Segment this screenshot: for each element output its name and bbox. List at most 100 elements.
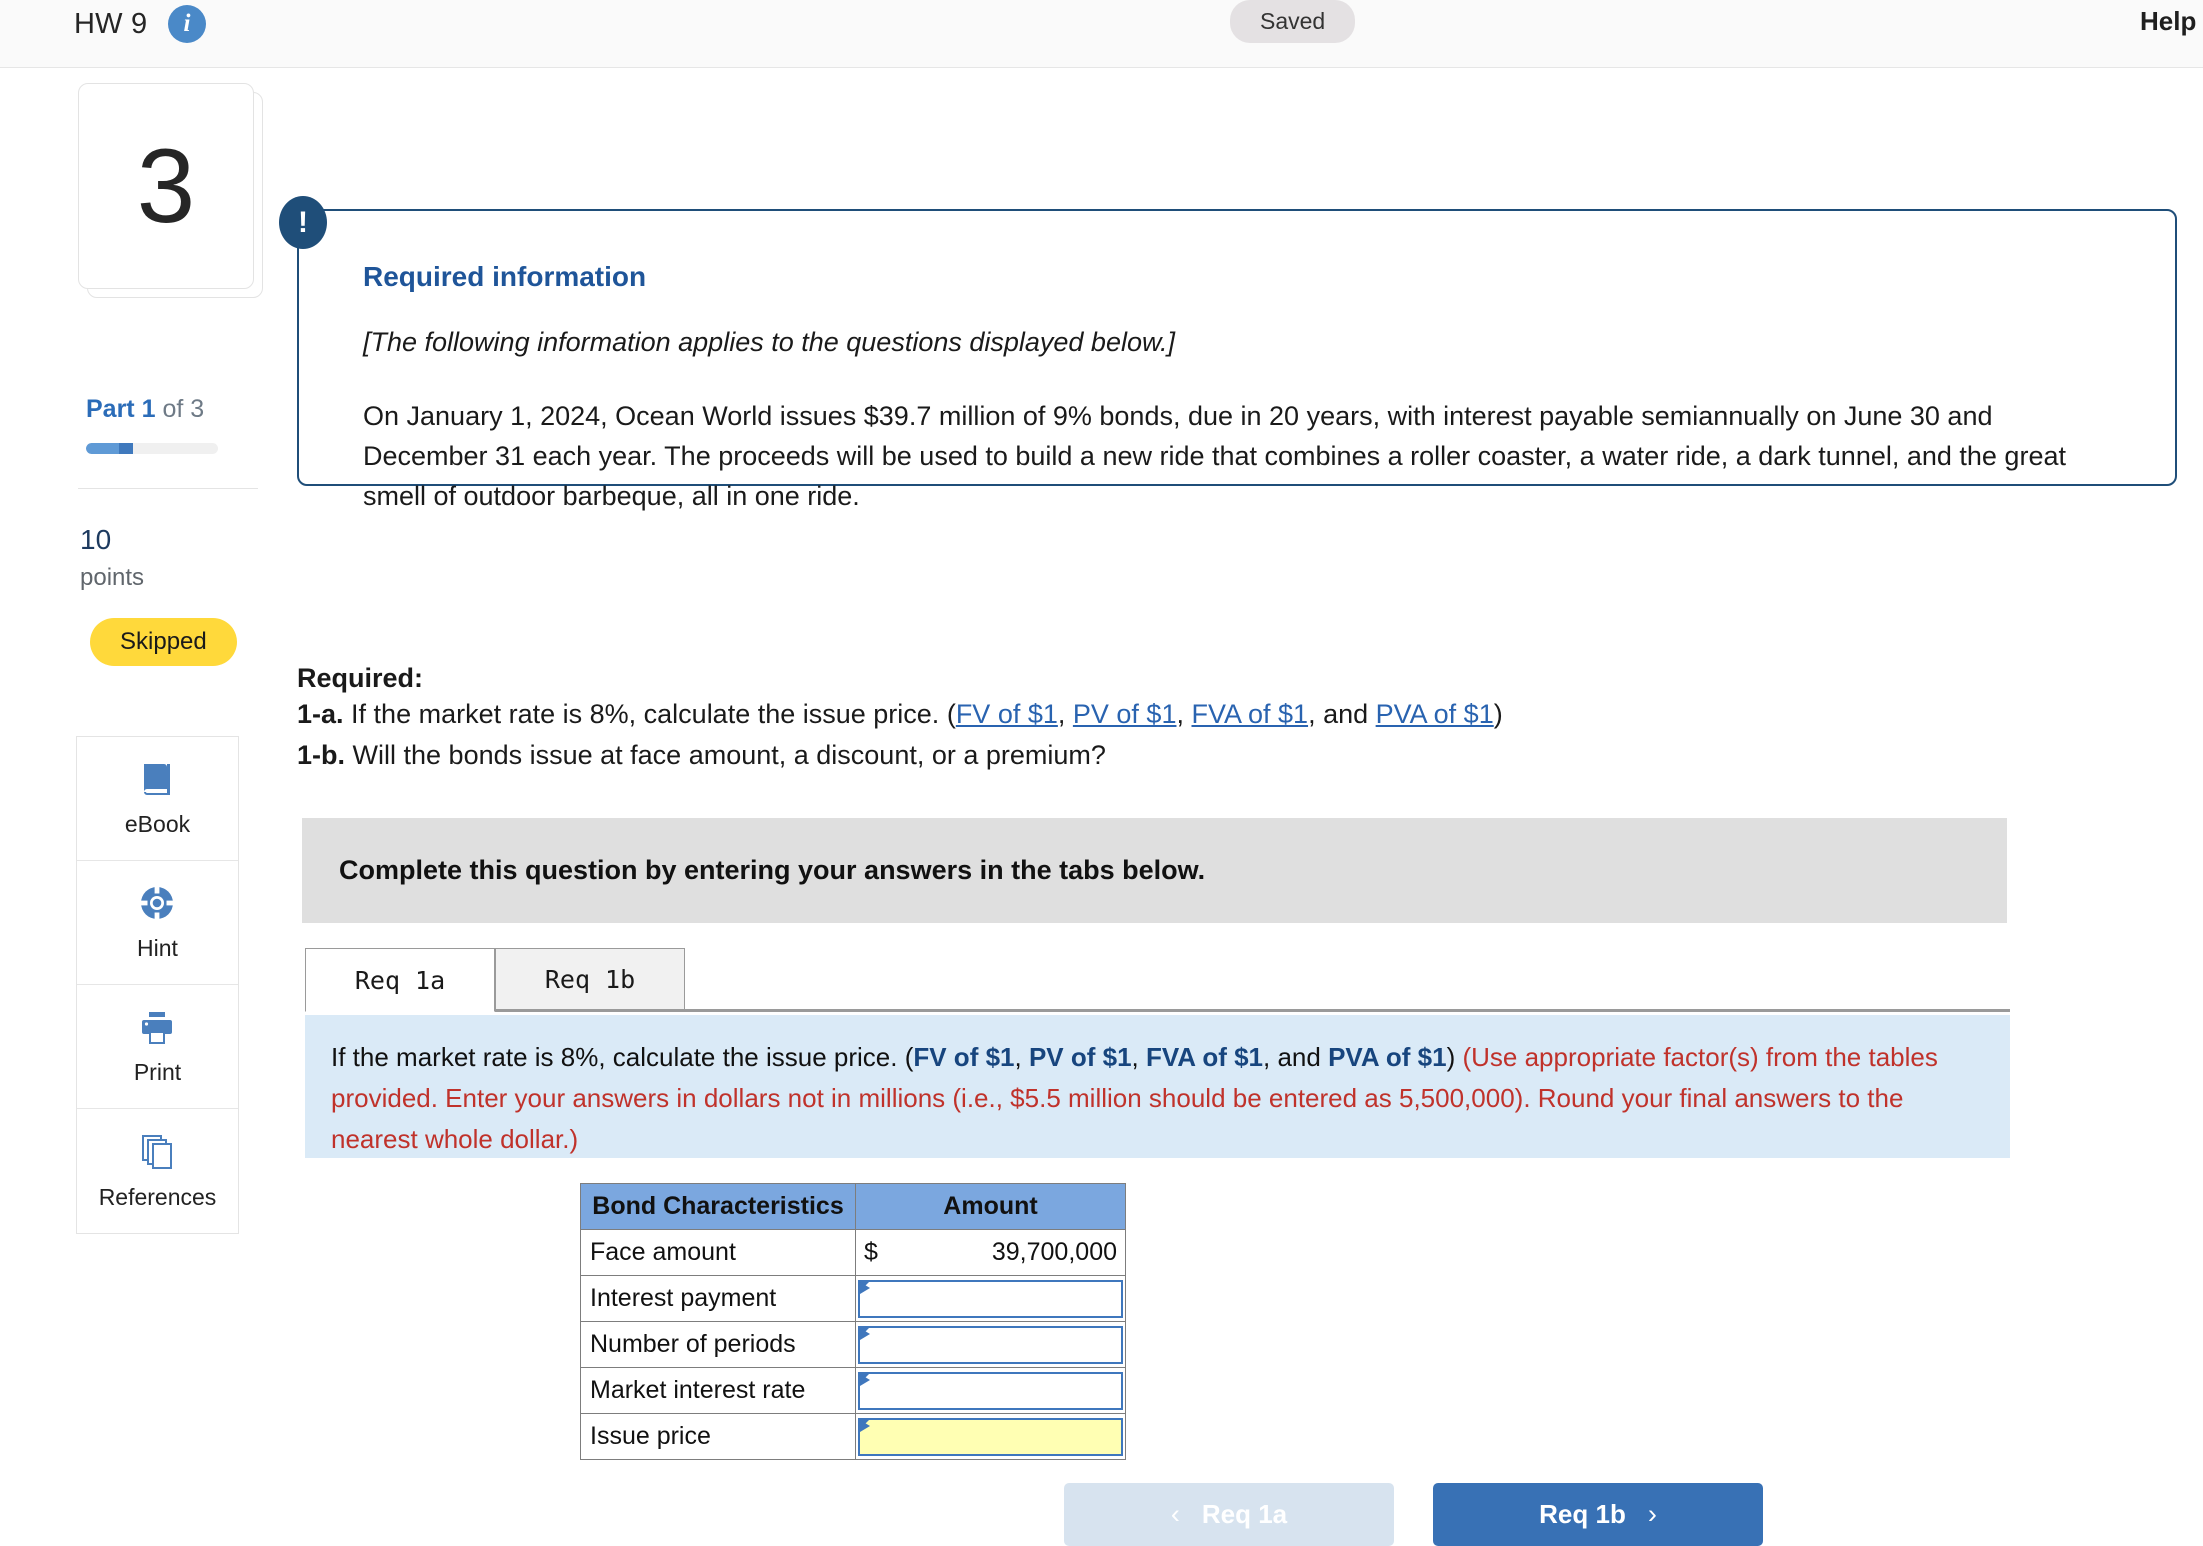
sidebar-item-print[interactable]: Print bbox=[77, 985, 238, 1109]
table-row: Number of periods bbox=[580, 1321, 1126, 1368]
top-bar: HW 9 i Saved Help bbox=[0, 0, 2203, 68]
instruction-text: Complete this question by entering your … bbox=[339, 855, 1206, 885]
progress-fill-light bbox=[86, 443, 119, 454]
sidebar-item-references[interactable]: References bbox=[77, 1109, 238, 1233]
next-req-label: Req 1b bbox=[1539, 1499, 1626, 1529]
row-value-face-amount: $ 39,700,000 bbox=[855, 1229, 1126, 1276]
book-icon bbox=[137, 759, 179, 801]
page-title: HW 9 bbox=[74, 8, 148, 40]
issue-price-input[interactable] bbox=[858, 1417, 1123, 1456]
required-information-title: Required information bbox=[363, 261, 647, 292]
sep: , bbox=[1014, 1042, 1029, 1072]
static-amount: $ 39,700,000 bbox=[856, 1230, 1125, 1275]
question-card: 3 bbox=[78, 83, 263, 298]
sep: , bbox=[1057, 699, 1073, 729]
link-pv-of-1[interactable]: PV of $1 bbox=[1073, 699, 1177, 729]
question-card-front: 3 bbox=[78, 83, 254, 289]
question-prompt-text: If the market rate is 8%, calculate the … bbox=[331, 1037, 1981, 1160]
column-header-bond-characteristics: Bond Characteristics bbox=[580, 1183, 856, 1230]
progress-bar bbox=[86, 443, 218, 454]
row-value-market-interest-rate bbox=[855, 1367, 1126, 1414]
life-ring-icon bbox=[137, 883, 179, 925]
row-value-interest-payment bbox=[855, 1275, 1126, 1322]
sep: , bbox=[1176, 699, 1192, 729]
currency-symbol: $ bbox=[864, 1238, 878, 1266]
table-row: Interest payment bbox=[580, 1275, 1126, 1322]
help-link[interactable]: Help bbox=[2140, 6, 2196, 37]
sidebar-item-label: eBook bbox=[124, 811, 191, 837]
question-number: 3 bbox=[136, 127, 196, 245]
link-pv-of-1[interactable]: PV of $1 bbox=[1029, 1042, 1132, 1072]
points-value: 10 bbox=[80, 524, 112, 555]
exclamation-icon: ! bbox=[279, 196, 327, 249]
stacked-pages-icon bbox=[137, 1132, 179, 1174]
main-content: ! Required information [The following in… bbox=[275, 68, 2203, 1546]
sep: , and bbox=[1308, 699, 1376, 729]
link-fva-of-1[interactable]: FVA of $1 bbox=[1146, 1042, 1263, 1072]
question-prompt-panel: If the market rate is 8%, calculate the … bbox=[305, 1015, 2010, 1158]
link-fv-of-1[interactable]: FV of $1 bbox=[956, 699, 1058, 729]
sidebar-item-ebook[interactable]: eBook bbox=[77, 737, 238, 861]
row-label-issue-price: Issue price bbox=[580, 1413, 856, 1460]
save-status-badge: Saved bbox=[1230, 0, 1356, 43]
paren-close: ) bbox=[1446, 1042, 1463, 1072]
tab-req-1a[interactable]: Req 1a bbox=[305, 948, 495, 1012]
sidebar-item-label: References bbox=[98, 1183, 217, 1210]
interest-payment-input[interactable] bbox=[858, 1279, 1123, 1318]
sidebar-item-hint[interactable]: Hint bbox=[77, 861, 238, 985]
part-current: 1 bbox=[141, 395, 156, 423]
required-information-box: Required information [The following info… bbox=[297, 209, 2177, 511]
table-row: Issue price bbox=[580, 1413, 1126, 1460]
required-item-1a-text: If the market rate is 8%, calculate the … bbox=[351, 699, 956, 729]
sidebar-item-label: Print bbox=[133, 1059, 182, 1085]
part-prefix: Part bbox=[86, 395, 135, 423]
row-label-number-of-periods: Number of periods bbox=[580, 1321, 856, 1368]
link-fva-of-1[interactable]: FVA of $1 bbox=[1191, 699, 1308, 729]
tool-panel: eBook Hint Print References bbox=[76, 736, 239, 1234]
sep: , and bbox=[1263, 1042, 1329, 1072]
number-of-periods-input[interactable] bbox=[858, 1325, 1123, 1364]
sidebar: 3 Part 1 of 3 10 points Skipped eBook Hi… bbox=[0, 68, 275, 1500]
link-pva-of-1[interactable]: PVA of $1 bbox=[1328, 1042, 1446, 1072]
link-pva-of-1[interactable]: PVA of $1 bbox=[1376, 699, 1494, 729]
chevron-left-icon: ‹ bbox=[1170, 1499, 1180, 1529]
row-value-issue-price bbox=[855, 1413, 1126, 1460]
required-item-1a-label: 1-a. bbox=[297, 699, 344, 729]
status-badge: Skipped bbox=[90, 618, 237, 666]
column-header-amount: Amount bbox=[855, 1183, 1126, 1230]
market-interest-rate-input[interactable] bbox=[858, 1371, 1123, 1410]
row-label-market-interest-rate: Market interest rate bbox=[580, 1367, 856, 1414]
table-row: Face amount $ 39,700,000 bbox=[580, 1229, 1126, 1276]
row-label-face-amount: Face amount bbox=[580, 1229, 856, 1276]
info-circle-icon[interactable]: i bbox=[168, 5, 206, 43]
prev-req-button[interactable]: ‹ Req 1a bbox=[1064, 1483, 1394, 1546]
prompt-lead: If the market rate is 8%, calculate the … bbox=[331, 1042, 914, 1072]
points-label: points bbox=[80, 564, 145, 591]
row-value-number-of-periods bbox=[855, 1321, 1126, 1368]
amount-value: 39,700,000 bbox=[991, 1238, 1117, 1266]
bond-characteristics-table: Bond Characteristics Amount Face amount … bbox=[580, 1183, 1126, 1460]
paren-close: ) bbox=[1493, 699, 1503, 729]
link-fv-of-1[interactable]: FV of $1 bbox=[913, 1042, 1014, 1072]
row-label-interest-payment: Interest payment bbox=[580, 1275, 856, 1322]
tab-req-1b[interactable]: Req 1b bbox=[495, 948, 685, 1012]
tab-strip-rule bbox=[685, 1009, 2010, 1012]
sidebar-item-label: Hint bbox=[137, 935, 178, 961]
required-heading: Required: bbox=[297, 663, 424, 693]
table-header-row: Bond Characteristics Amount bbox=[580, 1183, 1126, 1230]
required-information-body: On January 1, 2024, Ocean World issues $… bbox=[363, 401, 2066, 511]
part-indicator: Part 1 of 3 bbox=[86, 395, 204, 424]
part-total: of 3 bbox=[162, 395, 205, 423]
required-item-1b: 1-b. Will the bonds issue at face amount… bbox=[297, 735, 1997, 776]
table-row: Market interest rate bbox=[580, 1367, 1126, 1414]
prev-req-label: Req 1a bbox=[1201, 1499, 1288, 1529]
required-item-1a: 1-a. If the market rate is 8%, calculate… bbox=[297, 694, 1997, 735]
required-item-1b-text: Will the bonds issue at face amount, a d… bbox=[352, 740, 1106, 770]
chevron-right-icon: › bbox=[1647, 1499, 1657, 1529]
instruction-bar: Complete this question by entering your … bbox=[302, 818, 2007, 923]
progress-fill-dark bbox=[119, 443, 133, 454]
required-information-subtitle: [The following information applies to th… bbox=[363, 327, 1175, 357]
printer-icon bbox=[137, 1007, 179, 1049]
next-req-button[interactable]: Req 1b › bbox=[1433, 1483, 1763, 1546]
required-item-1b-label: 1-b. bbox=[297, 740, 346, 770]
